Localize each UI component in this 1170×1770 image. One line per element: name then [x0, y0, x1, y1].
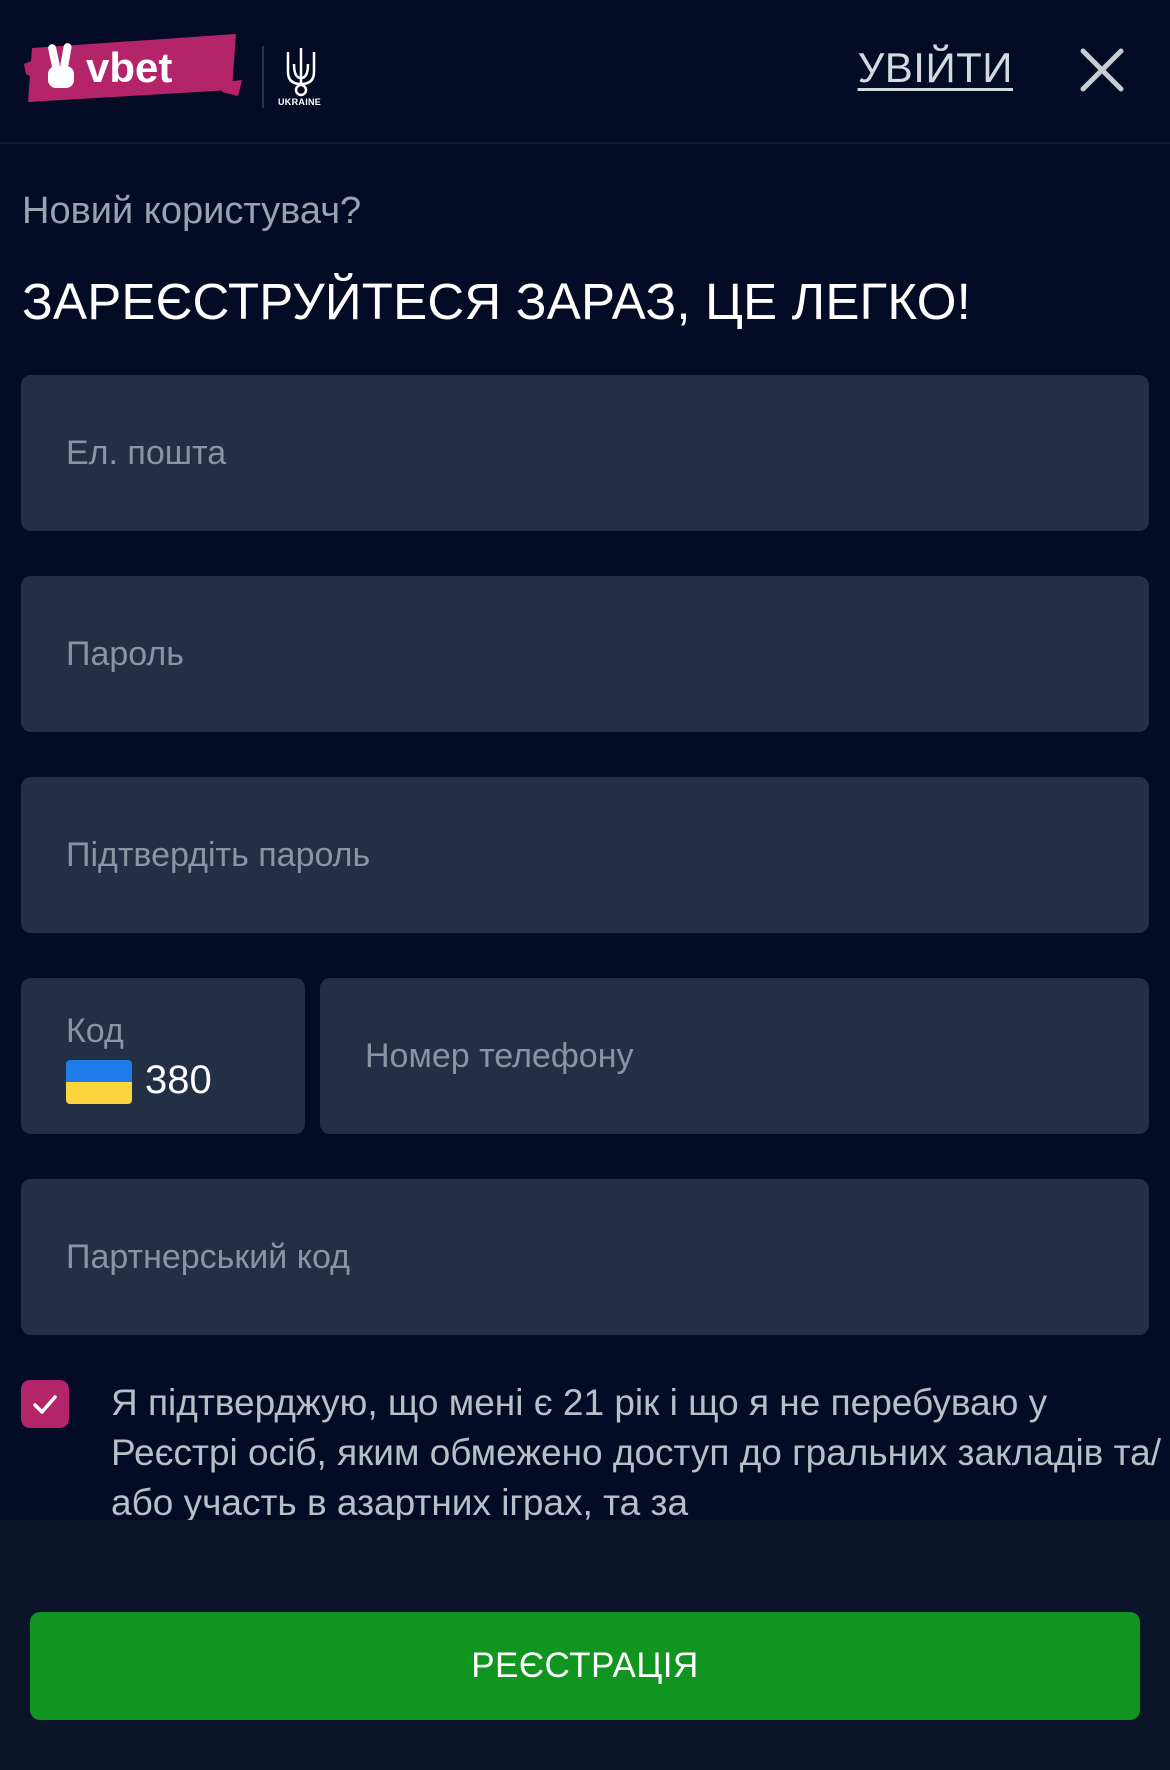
phone-input[interactable] — [320, 978, 1149, 1134]
consent-text: Я підтверджую, що мені є 21 рік і що я н… — [111, 1382, 1162, 1523]
partner-code-input[interactable] — [21, 1179, 1149, 1335]
register-button[interactable]: РЕЄСТРАЦІЯ — [30, 1612, 1140, 1720]
ukraine-flag-icon — [66, 1060, 132, 1104]
bottom-action-bar: РЕЄСТРАЦІЯ — [0, 1520, 1170, 1770]
email-field[interactable] — [21, 375, 1149, 531]
phone-field[interactable] — [320, 978, 1149, 1134]
partner-code-field[interactable] — [21, 1179, 1149, 1335]
email-input[interactable] — [21, 375, 1149, 531]
login-link[interactable]: УВІЙТИ — [858, 44, 1013, 92]
page-title: ЗАРЕЄСТРУЙТЕСЯ ЗАРАЗ, ЦЕ ЛЕГКО! — [22, 273, 971, 330]
confirm-password-field[interactable] — [21, 777, 1149, 933]
svg-text:vbet: vbet — [86, 44, 172, 91]
vbet-logo[interactable]: vbet — [24, 30, 244, 112]
header: vbet UKRAINE УВІЙТИ — [0, 0, 1170, 144]
ukraine-label: UKRAINE — [278, 97, 322, 107]
logo-divider — [262, 46, 264, 108]
new-user-subtitle: Новий користувач? — [22, 190, 362, 232]
consent-checkbox[interactable] — [21, 1380, 69, 1428]
password-input[interactable] — [21, 576, 1149, 732]
registration-page: vbet UKRAINE УВІЙТИ Новий користувач? ЗА… — [0, 0, 1170, 1770]
close-icon[interactable] — [1078, 46, 1126, 94]
password-field[interactable] — [21, 576, 1149, 732]
confirm-password-input[interactable] — [21, 777, 1149, 933]
country-code-value: 380 — [145, 1058, 212, 1102]
country-code-select[interactable]: Код 380 — [21, 978, 305, 1134]
country-code-label: Код — [66, 1012, 124, 1050]
checkmark-icon — [33, 1395, 57, 1414]
